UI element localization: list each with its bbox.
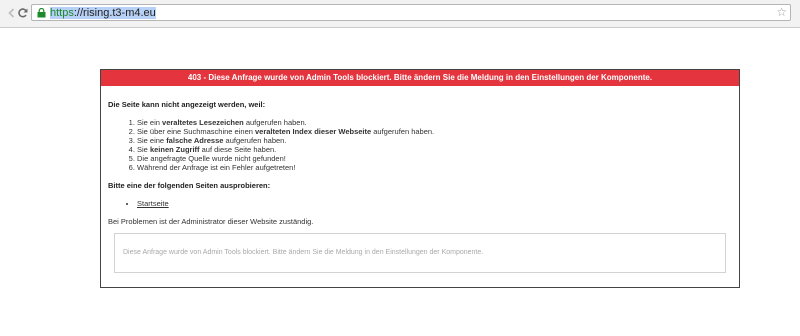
url-text[interactable]: https://rising.t3-m4.eu bbox=[50, 6, 156, 20]
reload-icon[interactable] bbox=[15, 5, 31, 21]
problem-text: Bei Problemen ist der Administrator dies… bbox=[108, 217, 314, 226]
lock-icon bbox=[37, 8, 46, 18]
address-bar[interactable]: https://rising.t3-m4.eu ☆ bbox=[31, 4, 791, 21]
reason-item: Sie über eine Suchmaschine einen veralte… bbox=[137, 127, 739, 136]
reason-item: Die angefragte Quelle wurde nicht gefund… bbox=[137, 154, 739, 163]
error-header: 403 - Diese Anfrage wurde von Admin Tool… bbox=[101, 70, 739, 86]
reason-item: Sie ein veraltetes Lesezeichen aufgerufe… bbox=[137, 118, 739, 127]
home-link[interactable]: Startseite bbox=[137, 199, 169, 208]
pages-list: Startseite bbox=[108, 199, 739, 208]
reason-item: Sie keinen Zugriff auf diese Seite haben… bbox=[137, 145, 739, 154]
reason-item: Während der Anfrage ist ein Fehler aufge… bbox=[137, 163, 739, 172]
url-host: ://rising.t3-m4.eu bbox=[73, 7, 156, 19]
error-panel: 403 - Diese Anfrage wurde von Admin Tool… bbox=[100, 69, 740, 288]
try-heading: Bitte eine der folgenden Seiten ausprobi… bbox=[108, 181, 271, 190]
browser-toolbar: https://rising.t3-m4.eu ☆ bbox=[0, 0, 800, 28]
reason-item: Sie eine falsche Adresse aufgerufen habe… bbox=[137, 136, 739, 145]
intro-heading: Die Seite kann nicht angezeigt werden, w… bbox=[108, 100, 266, 109]
star-icon[interactable]: ☆ bbox=[776, 5, 787, 20]
reasons-list: Sie ein veraltetes Lesezeichen aufgerufe… bbox=[108, 118, 739, 172]
message-box: Diese Anfrage wurde von Admin Tools bloc… bbox=[114, 233, 726, 273]
list-item: Startseite bbox=[137, 199, 739, 208]
error-content: Die Seite kann nicht angezeigt werden, w… bbox=[101, 86, 739, 226]
url-scheme: https bbox=[50, 7, 74, 19]
